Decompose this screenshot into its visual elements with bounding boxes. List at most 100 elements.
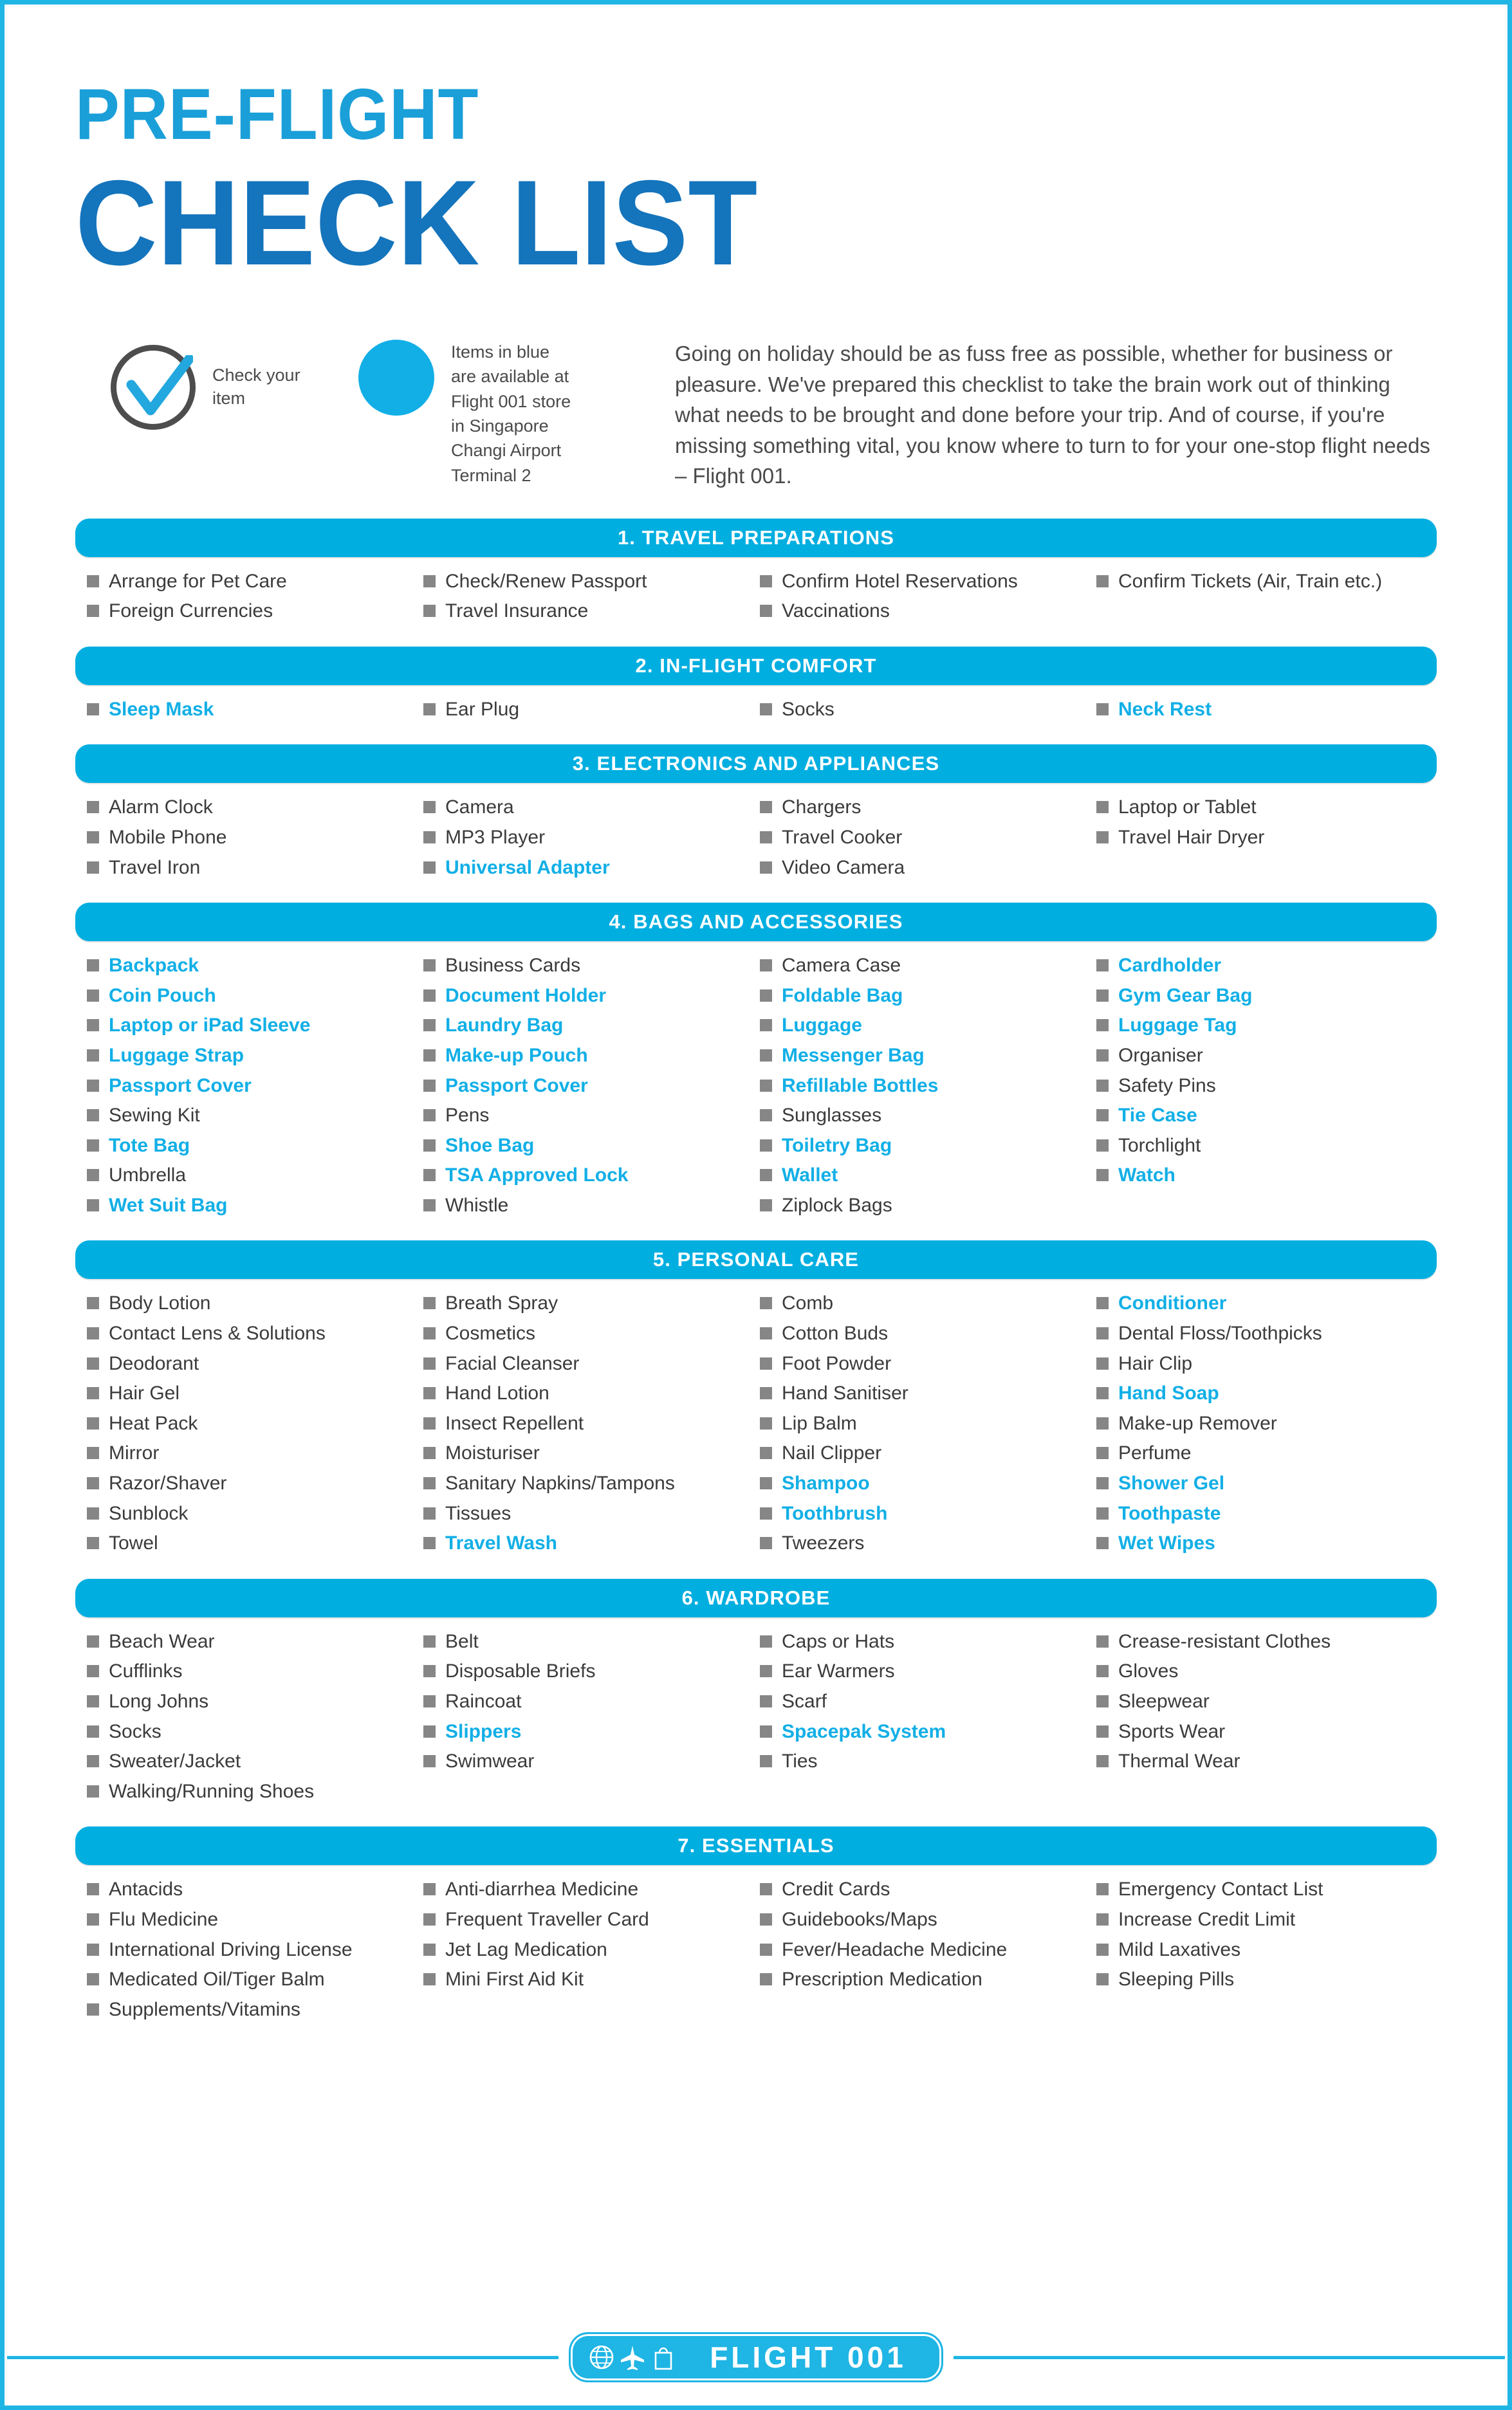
checklist-item[interactable]: Mini First Aid Kit [423,1968,753,1992]
checklist-item[interactable]: International Driving License [87,1938,417,1962]
checklist-item[interactable]: Contact Lens & Solutions [87,1322,417,1346]
checklist-item[interactable]: Antacids [87,1878,417,1902]
checkbox-icon[interactable] [423,1169,436,1182]
checkbox-icon[interactable] [760,1297,772,1310]
checkbox-icon[interactable] [87,605,99,618]
checkbox-icon[interactable] [423,1665,436,1678]
checkbox-icon[interactable] [87,1169,99,1182]
checkbox-icon[interactable] [87,861,99,874]
checkbox-icon[interactable] [1096,575,1109,587]
checklist-item[interactable]: Belt [423,1630,753,1654]
checklist-item[interactable]: Alarm Clock [87,796,417,820]
checklist-item[interactable]: Caps or Hats [760,1630,1090,1654]
checkbox-icon[interactable] [1096,831,1109,843]
checklist-item[interactable]: Cosmetics [423,1322,753,1346]
checklist-item[interactable]: Thermal Wear [1096,1750,1426,1774]
checklist-item[interactable]: Breath Spray [423,1292,753,1316]
checklist-item[interactable]: Facial Cleanser [423,1352,753,1376]
checkbox-icon[interactable] [423,1725,436,1738]
checklist-item[interactable]: Anti-diarrhea Medicine [423,1878,753,1902]
checklist-item[interactable]: Sleepwear [1096,1690,1426,1714]
checkbox-icon[interactable] [423,605,436,618]
checklist-item[interactable]: Perfume [1096,1442,1426,1466]
checkbox-icon[interactable] [87,959,99,972]
checkbox-icon[interactable] [1096,1169,1109,1182]
checklist-item[interactable]: Razor/Shaver [87,1472,417,1496]
checkbox-icon[interactable] [87,1755,99,1768]
checklist-item[interactable]: Confirm Hotel Reservations [760,570,1090,594]
checklist-item[interactable]: Umbrella [87,1164,417,1188]
checklist-item[interactable]: Gym Gear Bag [1096,984,1426,1008]
checkbox-icon[interactable] [87,1139,99,1152]
checkbox-icon[interactable] [760,831,772,843]
checklist-item[interactable]: Credit Cards [760,1878,1090,1902]
checkbox-icon[interactable] [87,1537,99,1550]
checkbox-icon[interactable] [87,1507,99,1520]
checklist-item[interactable]: Passport Cover [87,1074,417,1098]
checklist-item[interactable]: Tweezers [760,1532,1090,1556]
checkbox-icon[interactable] [87,1665,99,1678]
checkbox-icon[interactable] [1096,1327,1109,1340]
checklist-item[interactable]: Hair Gel [87,1382,417,1406]
checkbox-icon[interactable] [423,1477,436,1490]
checkbox-icon[interactable] [87,1973,99,1986]
checkbox-icon[interactable] [423,575,436,587]
checklist-item[interactable]: Long Johns [87,1690,417,1714]
checkbox-icon[interactable] [1096,1973,1109,1986]
checkbox-icon[interactable] [760,1357,772,1370]
checklist-item[interactable]: Sunblock [87,1502,417,1526]
checkbox-icon[interactable] [87,1387,99,1400]
checklist-item[interactable]: Cotton Buds [760,1322,1090,1346]
checklist-item[interactable]: Ties [760,1750,1090,1774]
checkbox-icon[interactable] [423,1327,436,1340]
checkbox-icon[interactable] [1096,1357,1109,1370]
checkbox-icon[interactable] [87,1447,99,1460]
checklist-item[interactable]: Scarf [760,1690,1090,1714]
checklist-item[interactable]: Sanitary Napkins/Tampons [423,1472,753,1496]
checkbox-icon[interactable] [1096,801,1109,814]
checkbox-icon[interactable] [1096,1755,1109,1768]
checkbox-icon[interactable] [760,1417,772,1430]
checklist-item[interactable]: Organiser [1096,1044,1426,1068]
checkbox-icon[interactable] [87,2003,99,2016]
checklist-item[interactable]: Travel Insurance [423,600,753,623]
checkbox-icon[interactable] [423,1297,436,1310]
checklist-item[interactable]: Sleeping Pills [1096,1968,1426,1992]
checkbox-icon[interactable] [1096,1943,1109,1956]
checklist-item[interactable]: Confirm Tickets (Air, Train etc.) [1096,570,1426,594]
checklist-item[interactable]: Laptop or iPad Sleeve [87,1014,417,1038]
checklist-item[interactable]: Pens [423,1104,753,1128]
checkbox-icon[interactable] [423,1913,436,1926]
checklist-item[interactable]: Camera [423,796,753,820]
checklist-item[interactable]: Toothbrush [760,1502,1090,1526]
checkbox-icon[interactable] [760,1913,772,1926]
checkbox-icon[interactable] [760,801,772,814]
checkbox-icon[interactable] [1096,703,1109,715]
checklist-item[interactable]: Vaccinations [760,600,1090,623]
checkbox-icon[interactable] [87,1883,99,1896]
checkbox-icon[interactable] [87,703,99,715]
checkbox-icon[interactable] [87,1913,99,1926]
checkbox-icon[interactable] [760,1973,772,1986]
checklist-item[interactable]: Swimwear [423,1750,753,1774]
checklist-item[interactable]: Tissues [423,1502,753,1526]
checklist-item[interactable]: Emergency Contact List [1096,1878,1426,1902]
checklist-item[interactable]: Fever/Headache Medicine [760,1938,1090,1962]
checkbox-icon[interactable] [760,1943,772,1956]
checkbox-icon[interactable] [87,1477,99,1490]
checkbox-icon[interactable] [423,1973,436,1986]
checklist-item[interactable]: Backpack [87,954,417,978]
checkbox-icon[interactable] [760,1477,772,1490]
checklist-item[interactable]: Prescription Medication [760,1968,1090,1992]
checklist-item[interactable]: Travel Iron [87,856,417,880]
checklist-item[interactable]: Flu Medicine [87,1908,417,1932]
checkbox-icon[interactable] [760,1665,772,1678]
checkbox-icon[interactable] [87,1019,99,1032]
checklist-item[interactable]: Socks [87,1720,417,1744]
checkbox-icon[interactable] [1096,1507,1109,1520]
checkbox-icon[interactable] [1096,1417,1109,1430]
checkbox-icon[interactable] [423,1139,436,1152]
checkbox-icon[interactable] [87,1079,99,1092]
checklist-item[interactable]: Arrange for Pet Care [87,570,417,594]
checkbox-icon[interactable] [87,1725,99,1738]
